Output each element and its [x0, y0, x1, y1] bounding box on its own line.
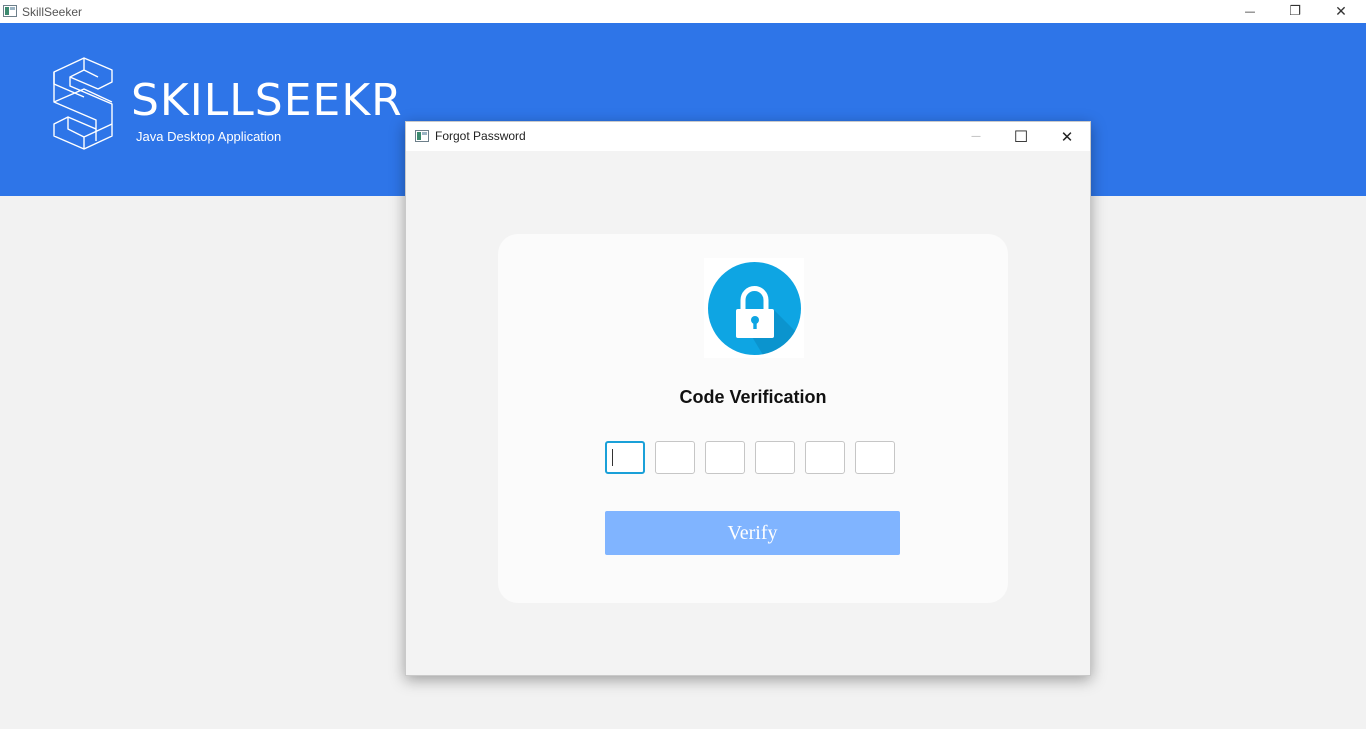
code-digit-6-input[interactable] [855, 441, 895, 474]
padlock-icon [704, 258, 804, 358]
window-title: SkillSeeker [22, 5, 83, 19]
dialog-maximize-button[interactable]: ☐ [998, 122, 1044, 151]
verification-card: Code Verification Verify [498, 234, 1008, 603]
code-digit-5-input[interactable] [805, 441, 845, 474]
close-icon: ✕ [1060, 127, 1074, 146]
dialog-close-button[interactable]: ✕ [1044, 122, 1090, 151]
code-verification-heading: Code Verification [679, 387, 827, 407]
minimize-button[interactable]: — [1227, 0, 1273, 23]
code-digit-3-input[interactable] [705, 441, 745, 474]
code-digit-1-input[interactable] [605, 441, 645, 474]
code-input-row [605, 441, 895, 474]
brand-title: SKILLSEEKR [131, 75, 403, 126]
dialog-title: Forgot Password [435, 129, 526, 143]
minimize-icon: — [971, 131, 981, 142]
dialog-app-icon [415, 130, 429, 142]
forgot-password-dialog: Forgot Password — ☐ ✕ Code Verification [405, 121, 1091, 676]
code-digit-4-input[interactable] [755, 441, 795, 474]
close-button[interactable]: ✕ [1318, 0, 1364, 23]
minimize-icon: — [1244, 5, 1256, 18]
app-icon [3, 5, 17, 17]
maximize-icon: ☐ [1013, 127, 1029, 146]
verify-button[interactable]: Verify [605, 511, 900, 555]
main-titlebar: SkillSeeker — ❐ ✕ [0, 0, 1366, 23]
dialog-minimize-button[interactable]: — [953, 122, 999, 151]
restore-button[interactable]: ❐ [1272, 0, 1318, 23]
isometric-s-logo-icon [53, 57, 113, 150]
brand-tagline: Java Desktop Application [136, 129, 282, 144]
code-digit-2-input[interactable] [655, 441, 695, 474]
close-icon: ✕ [1335, 3, 1347, 20]
dialog-titlebar[interactable]: Forgot Password — ☐ ✕ [406, 122, 1090, 151]
text-caret [612, 449, 613, 466]
restore-icon: ❐ [1289, 4, 1301, 19]
